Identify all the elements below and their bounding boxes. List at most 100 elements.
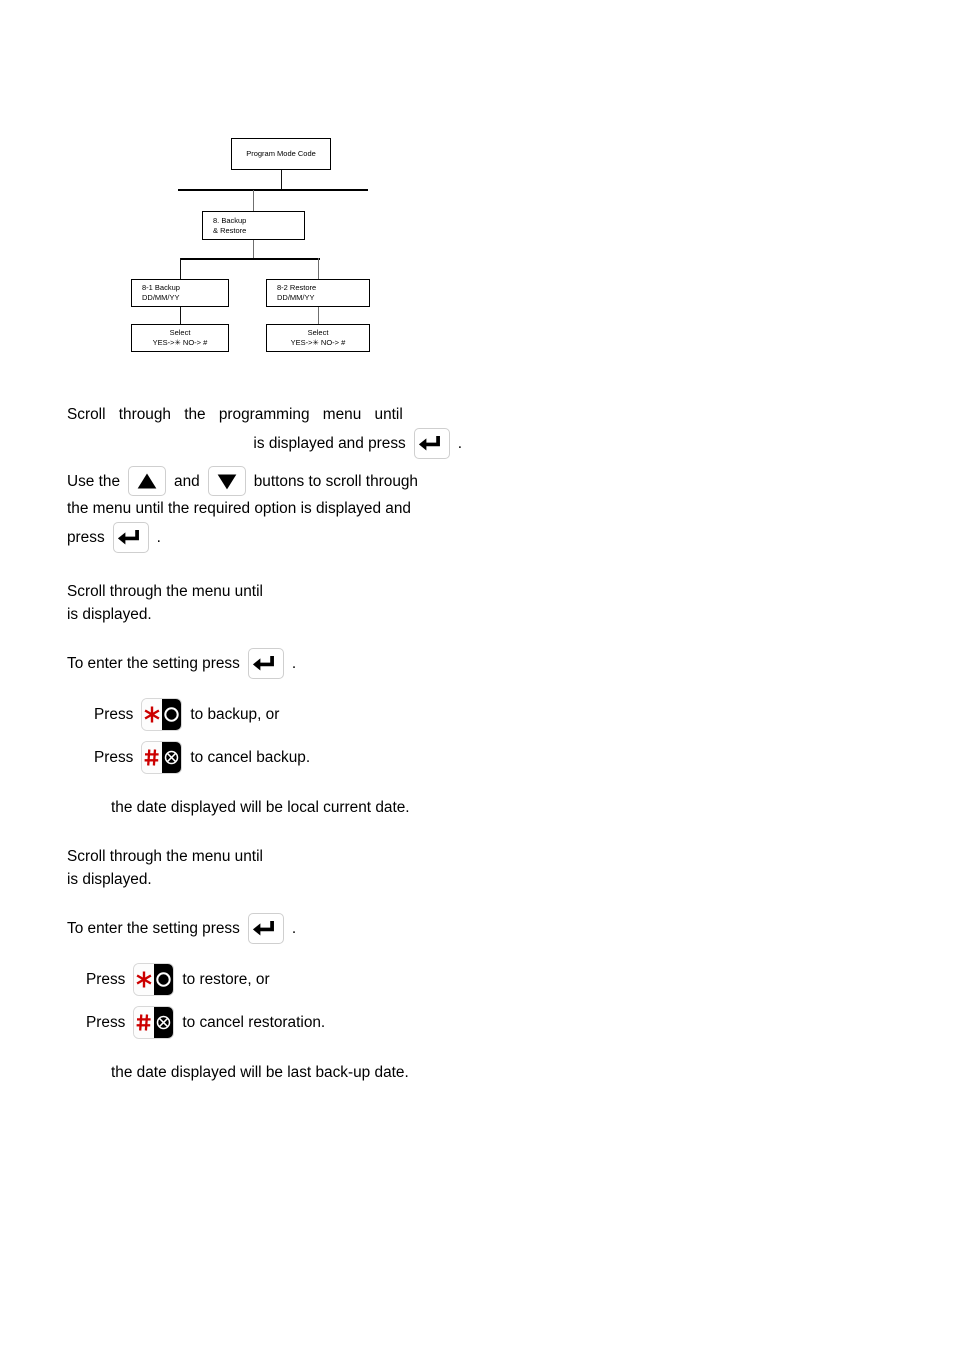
connector-split-to-backup: [180, 258, 182, 279]
scroll-instruction-part1: Use the: [67, 472, 121, 490]
scroll-instruction-line-2: the menu until the required option is di…: [67, 497, 460, 520]
connector-backup-restore-to-split: [253, 240, 255, 259]
node-backup-restore: 8. Backup & Restore: [202, 211, 305, 240]
backup-press-label-2: Press: [94, 749, 134, 766]
star-circle-key-icon[interactable]: [133, 963, 175, 996]
node-select-backup: Select YES->✳ NO-> #: [131, 324, 229, 352]
node-program-mode-code: Program Mode Code: [231, 138, 331, 170]
node-backup-restore-label: 8. Backup & Restore: [213, 216, 246, 235]
intro-line2-text: is displayed and press: [253, 435, 406, 452]
hash-key-half: [142, 742, 162, 773]
scroll-instruction-line-1: Use the and buttons to scroll through: [67, 466, 460, 496]
restore-scroll-line-1: Scroll through the menu until: [67, 845, 497, 868]
intro-word-scroll: Scroll: [67, 406, 106, 423]
connector-bus: [178, 189, 368, 191]
cancel-circle-key-half: [161, 742, 182, 773]
restore-enter-line: To enter the setting press .: [67, 913, 497, 944]
restore-press-action-2: to cancel restoration.: [182, 1014, 326, 1031]
hash-cancel-key-icon[interactable]: [141, 741, 183, 774]
scroll-instruction-period: .: [156, 529, 161, 546]
backup-scroll-text-1: Scroll through the menu until: [67, 583, 263, 600]
node-select-backup-line2: YES->✳ NO-> #: [152, 338, 208, 347]
node-restore-label: 8-2 Restore DD/MM/YY: [277, 283, 316, 302]
backup-enter-period: .: [291, 655, 297, 672]
restore-enter-period: .: [291, 920, 297, 937]
backup-note-text: the date displayed will be local current…: [111, 799, 410, 816]
node-select-backup-line1: Select: [169, 328, 191, 338]
scroll-instruction-line2-text: the menu until the required option is di…: [67, 500, 411, 517]
node-restore-line1: 8-2 Restore: [277, 283, 317, 293]
scroll-instruction-press-label: press: [67, 529, 105, 546]
scroll-instruction-part3: buttons to scroll through: [253, 472, 418, 490]
node-backup-line1: 8-1 Backup: [142, 283, 180, 293]
backup-press-star-line: Press to backup, or: [94, 698, 497, 731]
restore-press-star-line: Press to restore, or: [86, 963, 497, 996]
restore-press-label-1: Press: [86, 971, 126, 988]
restore-press-action-1: to restore, or: [182, 971, 270, 988]
cancel-circle-key-half: [153, 1007, 174, 1038]
restore-section: Scroll through the menu until is display…: [67, 845, 497, 1084]
connector-split-bar: [180, 258, 320, 261]
node-backup-line2: DD/MM/YY: [142, 293, 180, 302]
enter-key-icon[interactable]: [413, 428, 450, 459]
backup-enter-label: To enter the setting press: [67, 655, 240, 672]
backup-section: Scroll through the menu until is display…: [67, 580, 497, 819]
intro-line-2: is displayed and press .: [67, 428, 462, 459]
node-select-restore-line1: Select: [307, 328, 329, 338]
connector-split-to-restore: [318, 258, 320, 279]
backup-scroll-line-1: Scroll through the menu until: [67, 580, 497, 603]
enter-key-icon[interactable]: [247, 913, 284, 944]
circle-key-half: [161, 699, 182, 730]
node-program-mode-code-label: Program Mode Code: [246, 149, 316, 159]
restore-press-label-2: Press: [86, 1014, 126, 1031]
enter-key-icon[interactable]: [112, 522, 149, 553]
backup-press-label-1: Press: [94, 706, 134, 723]
intro-word-the: the: [184, 406, 206, 423]
backup-press-action-2: to cancel backup.: [190, 749, 311, 766]
backup-scroll-line-2: is displayed.: [67, 603, 497, 626]
backup-note-line: the date displayed will be local current…: [111, 796, 497, 819]
node-backup-label: 8-1 Backup DD/MM/YY: [142, 283, 180, 302]
intro-word-menu: menu: [322, 406, 362, 423]
restore-note-line: the date displayed will be last back-up …: [111, 1061, 497, 1084]
connector-bus-to-backup-restore: [253, 190, 255, 211]
hash-key-half: [134, 1007, 154, 1038]
intro-word-until: until: [374, 406, 403, 423]
restore-scroll-text-2: is displayed.: [67, 871, 152, 888]
node-restore-line2: DD/MM/YY: [277, 293, 315, 302]
connector-restore-to-select: [318, 307, 320, 324]
hash-cancel-key-icon[interactable]: [133, 1006, 175, 1039]
restore-note-text: the date displayed will be last back-up …: [111, 1064, 409, 1081]
backup-enter-line: To enter the setting press .: [67, 648, 497, 679]
restore-press-hash-line: Press to cancel restoration.: [86, 1006, 497, 1039]
intro-word-programming: programming: [218, 406, 310, 423]
circle-key-half: [153, 964, 174, 995]
arrow-down-key-icon[interactable]: [207, 466, 246, 496]
restore-scroll-line-2: is displayed.: [67, 868, 497, 891]
connector-program-to-bus: [281, 170, 283, 190]
intro-line2-period: .: [457, 435, 462, 452]
node-select-restore: Select YES->✳ NO-> #: [266, 324, 370, 352]
star-key-half: [134, 964, 154, 995]
backup-press-hash-line: Press to cancel backup.: [94, 741, 497, 774]
scroll-instruction-paragraph: Use the and buttons to scroll through th…: [67, 466, 460, 553]
node-select-restore-line2: YES->✳ NO-> #: [290, 338, 346, 347]
intro-paragraph: Scroll through the programming menu unti…: [67, 403, 462, 459]
backup-scroll-text-2: is displayed.: [67, 606, 152, 623]
restore-scroll-text-1: Scroll through the menu until: [67, 848, 263, 865]
restore-enter-label: To enter the setting press: [67, 920, 240, 937]
node-backup-restore-line2: & Restore: [213, 225, 247, 235]
intro-inline-display-placeholder: [416, 403, 462, 426]
node-restore: 8-2 Restore DD/MM/YY: [266, 279, 370, 307]
scroll-instruction-line-3: press .: [67, 522, 460, 553]
intro-word-through: through: [118, 406, 171, 423]
node-backup-restore-line1: 8. Backup: [213, 215, 247, 225]
menu-flow-diagram: Program Mode Code 8. Backup & Restore 8-1…: [0, 0, 954, 380]
backup-press-action-1: to backup, or: [190, 706, 280, 723]
star-circle-key-icon[interactable]: [141, 698, 183, 731]
scroll-instruction-part2: and: [174, 472, 200, 490]
enter-key-icon[interactable]: [247, 648, 284, 679]
star-key-half: [142, 699, 162, 730]
arrow-up-key-icon[interactable]: [128, 466, 167, 496]
connector-backup-to-select: [180, 307, 182, 324]
